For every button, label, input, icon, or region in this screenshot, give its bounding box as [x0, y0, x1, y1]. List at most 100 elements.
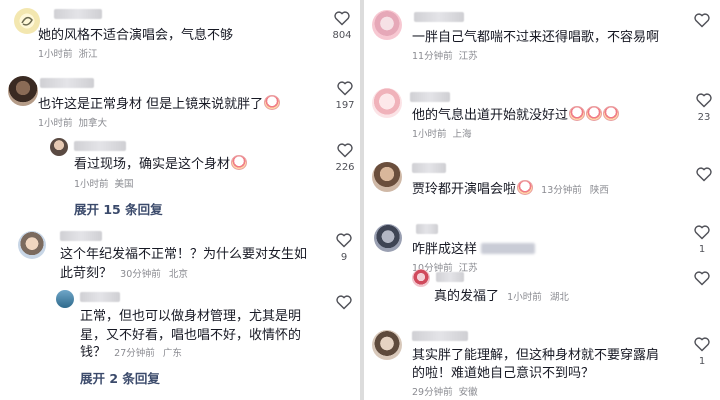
reply-text: 真的发福了 1小时前 湖北 [434, 287, 569, 307]
username-blurred[interactable] [80, 292, 120, 302]
heart-icon [334, 11, 350, 26]
username-blurred[interactable] [416, 224, 438, 234]
comment-text-content: 他的气息出道开始就没好过 [412, 108, 569, 123]
username-blurred[interactable] [74, 141, 126, 151]
heart-icon [336, 233, 352, 248]
username-blurred[interactable] [40, 78, 94, 88]
expand-replies-button[interactable]: 展开 2 条回复 [80, 368, 160, 387]
comment-location: 安徽 [458, 387, 478, 398]
reply-time: 1小时前 [507, 292, 542, 303]
emoji-icon [586, 106, 603, 121]
emoji-icon [569, 106, 586, 121]
comment-text: 这个年纪发福不正常！？为什么要对女生如 [60, 247, 308, 262]
avatar[interactable] [8, 76, 38, 106]
heart-icon [336, 295, 352, 310]
like-button[interactable]: 1 [690, 336, 714, 367]
like-button[interactable]: 226 [333, 142, 357, 173]
avatar[interactable] [374, 224, 402, 252]
reply-location: 湖北 [549, 292, 569, 303]
heart-icon [694, 13, 710, 28]
expand-replies-button[interactable]: 展开 15 条回复 [74, 199, 163, 218]
avatar[interactable] [14, 8, 40, 34]
comment-text: 其实胖了能理解，但这种身材就不要穿露肩 [412, 348, 660, 363]
reply-text-content: 钱？ [80, 345, 107, 360]
comment-time: 13分钟前 [541, 185, 582, 196]
swirl-icon [21, 16, 33, 26]
comment-location: 江苏 [458, 51, 478, 62]
username-blurred[interactable] [60, 231, 102, 241]
comment-time: 1小时前 [38, 49, 73, 60]
comment-meta: 1小时前 上海 [412, 126, 478, 140]
comment-meta: 1小时前 浙江 [38, 46, 104, 60]
comment-meta: 1小时前 加拿大 [38, 115, 113, 129]
like-button[interactable]: 804 [330, 10, 354, 41]
avatar[interactable] [372, 88, 402, 118]
comment-text-line2: 的啦！难道她自己意识不到吗？ [412, 366, 595, 381]
comment-location: 陕西 [589, 185, 609, 196]
like-count: 197 [335, 100, 355, 111]
comment-location: 加拿大 [78, 118, 108, 129]
reply-text-content: 看过现场，确实是这个身材 [74, 157, 231, 172]
heart-icon [694, 225, 710, 240]
comment-text-content: 也许这是正常身材 但是上镜来说就胖了 [38, 97, 264, 112]
heart-icon [696, 167, 712, 182]
heart-icon [337, 143, 353, 158]
avatar[interactable] [412, 269, 430, 287]
like-button[interactable] [690, 270, 714, 286]
like-count: 1 [698, 356, 706, 367]
comment-location: 上海 [452, 129, 472, 140]
avatar[interactable] [56, 290, 74, 308]
reply-location: 广东 [162, 348, 182, 359]
like-button[interactable]: 1 [690, 224, 714, 255]
heart-icon [337, 81, 353, 96]
avatar[interactable] [18, 231, 46, 259]
comment-location: 浙江 [78, 49, 98, 60]
comment-location: 北京 [168, 269, 188, 280]
emoji-icon [517, 180, 534, 195]
reply-time: 27分钟前 [114, 348, 155, 359]
comment-text: 一胖自己气都喘不过来还得唱歌，不容易啊 [412, 30, 660, 45]
comment-text-line2: 此苛刻？ 30分钟前 北京 [60, 264, 188, 284]
like-button[interactable] [692, 166, 716, 182]
comment-time: 11分钟前 [412, 51, 453, 62]
reply-meta: 1小时前 美国 [74, 176, 140, 190]
heart-icon [694, 271, 710, 286]
username-blurred[interactable] [414, 12, 464, 22]
like-button[interactable]: 197 [333, 80, 357, 111]
reply-time: 1小时前 [74, 179, 109, 190]
comment-text: 也许这是正常身材 但是上镜来说就胖了 [38, 95, 281, 114]
redacted-text [481, 243, 536, 254]
username-blurred[interactable] [54, 9, 102, 19]
avatar[interactable] [372, 162, 402, 192]
reply-text-content: 真的发福了 [434, 289, 500, 304]
comment-time: 1小时前 [412, 129, 447, 140]
username-blurred[interactable] [410, 92, 450, 102]
like-button[interactable] [332, 294, 356, 310]
comment-text-content: 咋胖成这样 [412, 242, 478, 257]
comment-text: 他的气息出道开始就没好过 [412, 106, 620, 125]
comment-time: 29分钟前 [412, 387, 453, 398]
reply-location: 美国 [114, 179, 134, 190]
like-button[interactable] [690, 12, 714, 28]
like-button[interactable]: 23 [692, 92, 716, 123]
reply-text-line3: 钱？ 27分钟前 广东 [80, 343, 182, 363]
comment-text-content: 贾玲都开演唱会啦 [412, 182, 517, 197]
comment-text-content: 此苛刻？ [60, 266, 113, 281]
comment-text: 她的风格不适合演唱会，气息不够 [38, 28, 234, 43]
username-blurred[interactable] [412, 163, 446, 173]
avatar[interactable] [50, 138, 68, 156]
username-blurred[interactable] [436, 272, 464, 282]
comment-time: 30分钟前 [120, 269, 161, 280]
emoji-icon [264, 95, 281, 110]
like-count: 1 [698, 244, 706, 255]
avatar[interactable] [372, 10, 402, 40]
like-count: 226 [335, 162, 355, 173]
username-blurred[interactable] [412, 331, 468, 341]
comment-text: 咋胖成这样 [412, 240, 536, 259]
comment-text: 贾玲都开演唱会啦 13分钟前 陕西 [412, 180, 609, 200]
like-count: 804 [332, 30, 352, 41]
like-button[interactable]: 9 [332, 232, 356, 263]
comment-meta: 11分钟前 江苏 [412, 48, 484, 62]
avatar[interactable] [372, 330, 402, 360]
emoji-icon [603, 106, 620, 121]
